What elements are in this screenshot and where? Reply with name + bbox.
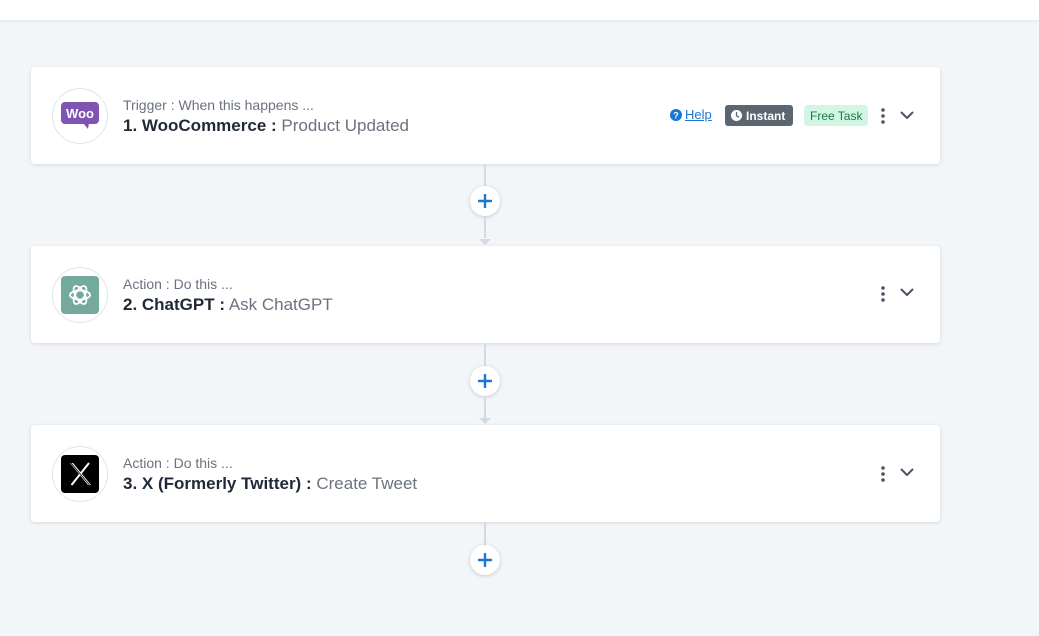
step-title: 1. WooCommerce : Product Updated	[123, 115, 409, 137]
step-text: Action : Do this ... 3. X (Formerly Twit…	[123, 455, 417, 495]
free-task-label: Free Task	[810, 108, 863, 123]
step-kind-label: Trigger : When this happens ...	[123, 97, 314, 113]
step-menu-button[interactable]	[877, 106, 889, 126]
step-card-x[interactable]: Action : Do this ... 3. X (Formerly Twit…	[31, 425, 940, 522]
free-task-badge: Free Task	[804, 105, 869, 126]
woocommerce-logo: Woo	[52, 88, 108, 144]
workflow-canvas: Woo Trigger : When this happens ... 1. W…	[0, 0, 1039, 636]
step-event-name: Create Tweet	[316, 474, 418, 493]
step-text: Action : Do this ... 2. ChatGPT : Ask Ch…	[123, 276, 333, 316]
chevron-down-icon	[900, 468, 914, 476]
step-event-name: Ask ChatGPT	[228, 295, 333, 314]
chevron-down-icon	[900, 111, 914, 119]
plus-icon	[478, 194, 492, 208]
step-app-name: 1. WooCommerce :	[123, 116, 277, 135]
step-title: 3. X (Formerly Twitter) : Create Tweet	[123, 473, 417, 495]
help-link-label: Help	[685, 107, 712, 122]
kebab-menu-icon	[881, 286, 885, 302]
add-step-button[interactable]	[470, 545, 500, 575]
step-card-chatgpt[interactable]: Action : Do this ... 2. ChatGPT : Ask Ch…	[31, 246, 940, 343]
kebab-menu-icon	[881, 108, 885, 124]
chatgpt-logo-icon	[61, 276, 99, 314]
step-card-trigger[interactable]: Woo Trigger : When this happens ... 1. W…	[31, 67, 940, 164]
woocommerce-logo-icon: Woo	[61, 102, 99, 129]
arrow-down-icon	[479, 239, 491, 245]
step-app-name: 2. ChatGPT :	[123, 295, 226, 314]
connector-line	[484, 343, 486, 367]
step-expand-button[interactable]	[897, 105, 917, 125]
instant-badge-label: Instant	[746, 108, 786, 123]
connector-line	[484, 164, 486, 188]
x-logo	[52, 446, 108, 502]
x-logo-icon	[61, 455, 99, 493]
question-circle-icon: ?	[670, 108, 682, 121]
add-step-button[interactable]	[470, 366, 500, 396]
plus-icon	[478, 553, 492, 567]
svg-text:?: ?	[673, 110, 679, 120]
step-event-name: Product Updated	[281, 116, 409, 135]
plus-icon	[478, 374, 492, 388]
add-step-button[interactable]	[470, 186, 500, 216]
connector-line	[484, 396, 486, 418]
kebab-menu-icon	[881, 466, 885, 482]
step-kind-label: Action : Do this ...	[123, 455, 233, 471]
step-text: Trigger : When this happens ... 1. WooCo…	[123, 97, 409, 137]
step-menu-button[interactable]	[877, 464, 889, 484]
step-expand-button[interactable]	[897, 462, 917, 482]
chevron-down-icon	[900, 288, 914, 296]
woocommerce-logo-text: Woo	[66, 106, 94, 121]
instant-badge: Instant	[725, 105, 794, 126]
step-expand-button[interactable]	[897, 282, 917, 302]
step-kind-label: Action : Do this ...	[123, 276, 233, 292]
step-menu-button[interactable]	[877, 284, 889, 304]
clock-icon	[731, 110, 742, 121]
step-title: 2. ChatGPT : Ask ChatGPT	[123, 294, 333, 316]
step-app-name: 3. X (Formerly Twitter) :	[123, 474, 312, 493]
help-link[interactable]: ? Help	[670, 107, 712, 122]
connector-line	[484, 216, 486, 238]
chatgpt-logo	[52, 267, 108, 323]
connector-line	[484, 522, 486, 546]
arrow-down-icon	[479, 418, 491, 424]
